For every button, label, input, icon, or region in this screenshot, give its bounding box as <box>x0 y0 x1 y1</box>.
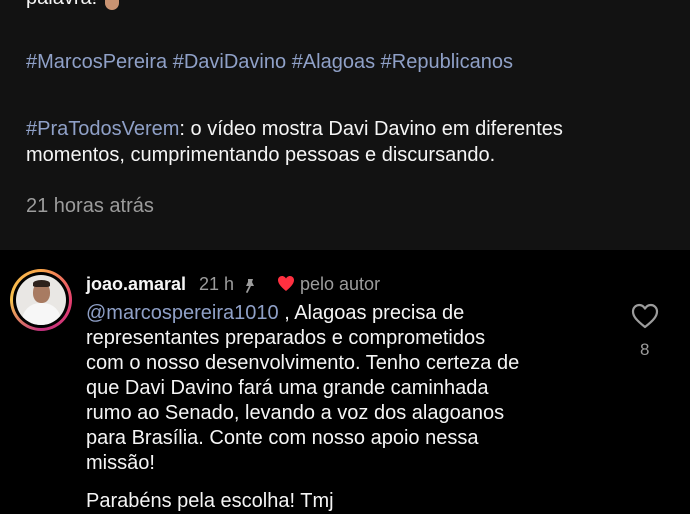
caption-cut-off-line: palavra! <box>26 0 120 11</box>
avatar-hair <box>33 280 50 287</box>
liked-by-author-label: pelo autor <box>300 274 381 294</box>
hashtag-marcospereira[interactable]: #MarcosPereira <box>26 51 167 73</box>
heart-outline-icon[interactable] <box>630 302 660 330</box>
hashtag-alagoas[interactable]: #Alagoas <box>292 51 375 73</box>
post-caption: palavra! #MarcosPereira #DaviDavino #Ala… <box>0 0 690 250</box>
hashtag-pratodosverem[interactable]: #PraTodosVerem <box>26 118 179 140</box>
comment-text-line: missão! <box>86 452 155 474</box>
hand-emoji-icon <box>105 0 120 10</box>
comment-text-line: que Davi Davino fará uma grande caminhad… <box>86 377 489 399</box>
comment-text-line: com o nosso desenvolvimento. Tenho certe… <box>86 352 520 374</box>
pin-icon <box>246 279 254 293</box>
like-count: 8 <box>640 340 650 359</box>
comment-text-line: , Alagoas precisa de <box>284 302 465 324</box>
avatar-border <box>13 272 69 328</box>
comment-text-line: rumo ao Senado, levando a voz dos alagoa… <box>86 402 505 424</box>
heart-filled-icon <box>278 276 294 291</box>
avatar-photo <box>16 275 66 325</box>
comment-body: @marcospereira1010 , Alagoas precisa de … <box>86 301 606 476</box>
hashtags-row: #MarcosPereira #DaviDavino #Alagoas #Rep… <box>26 50 513 75</box>
post-timestamp: 21 horas atrás <box>26 195 154 217</box>
comment-line-1: @marcospereira1010 , Alagoas precisa de <box>86 301 606 326</box>
comment-text-line: representantes preparados e comprometido… <box>86 327 486 349</box>
avatar[interactable] <box>10 269 72 331</box>
comment-username[interactable]: joao.amaral <box>86 273 186 295</box>
comment-item: joao.amaral 21 h pelo autor @marcosperei… <box>0 250 690 514</box>
mention-link[interactable]: @marcospereira1010 <box>86 302 279 324</box>
comment-text-line: para Brasília. Conte com nosso apoio nes… <box>86 427 479 449</box>
accessibility-description-line-1: #PraTodosVerem: o vídeo mostra Davi Davi… <box>26 117 563 142</box>
hashtag-davidavino[interactable]: #DaviDavino <box>173 51 286 73</box>
accessibility-description-line-2: momentos, cumprimentando pessoas e discu… <box>26 144 496 166</box>
caption-text: palavra! <box>26 0 97 9</box>
avatar-shirt <box>22 303 61 325</box>
comment-time: 21 h <box>199 274 235 294</box>
hashtag-republicanos[interactable]: #Republicanos <box>381 51 513 73</box>
comment-second-paragraph: Parabéns pela escolha! Tmj <box>86 490 334 512</box>
accessibility-text-1: : o vídeo mostra Davi Davino em diferent… <box>179 118 563 140</box>
